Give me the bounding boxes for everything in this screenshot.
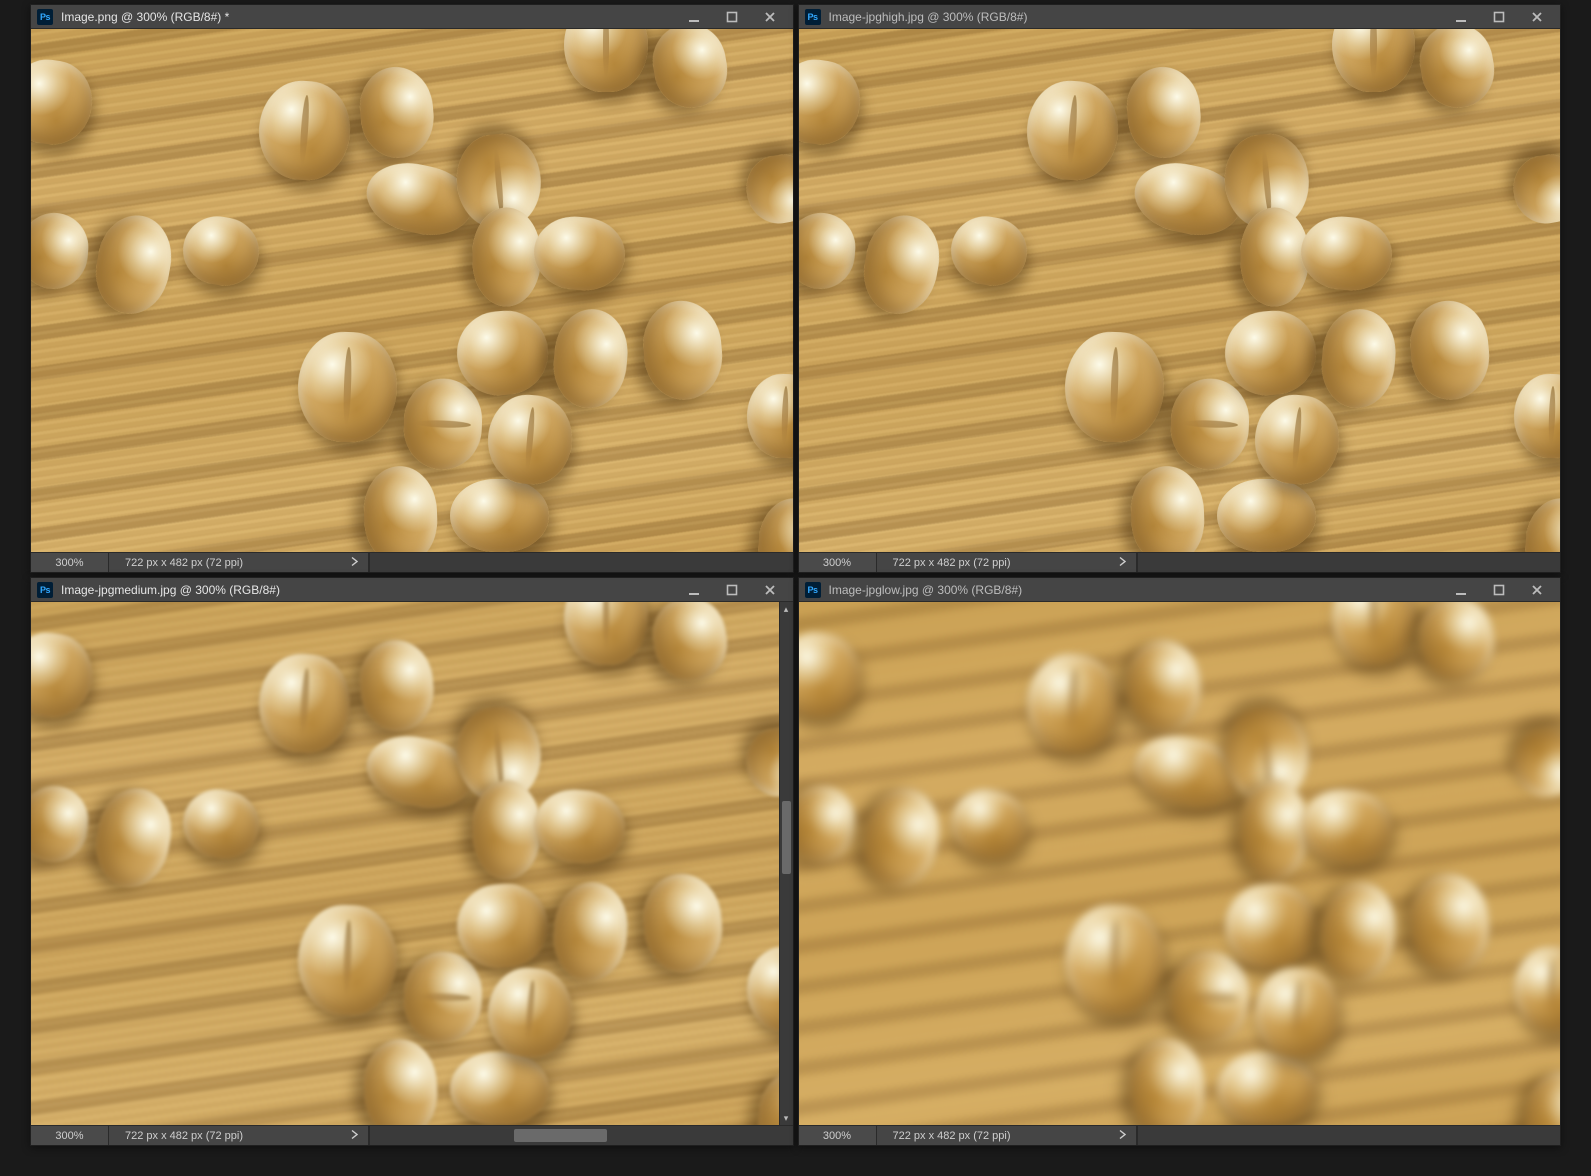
peanut: [1217, 1052, 1316, 1125]
window-controls: [675, 6, 789, 28]
document-dimensions: 722 px x 482 px (72 ppi): [893, 557, 1011, 569]
document-title: Image-jpglow.jpg @ 300% (RGB/8#): [829, 583, 1435, 597]
info-flyout-caret-icon[interactable]: [350, 1129, 358, 1142]
canvas-area[interactable]: ▴ ▾: [31, 602, 793, 1125]
close-button[interactable]: [751, 6, 789, 28]
peanut: [1217, 479, 1316, 552]
document-window[interactable]: Ps Image-jpgmedium.jpg @ 300% (RGB/8#) ▴…: [30, 577, 794, 1146]
document-dimensions: 722 px x 482 px (72 ppi): [893, 1130, 1011, 1142]
titlebar[interactable]: Ps Image-jpglow.jpg @ 300% (RGB/8#): [799, 578, 1561, 602]
minimize-button[interactable]: [1442, 579, 1480, 601]
document-info[interactable]: 722 px x 482 px (72 ppi): [109, 553, 369, 572]
document-dimensions: 722 px x 482 px (72 ppi): [125, 557, 243, 569]
maximize-button[interactable]: [1480, 579, 1518, 601]
window-controls: [1442, 6, 1556, 28]
close-button[interactable]: [1518, 579, 1556, 601]
peanut: [473, 780, 541, 879]
document-info[interactable]: 722 px x 482 px (72 ppi): [877, 553, 1137, 572]
maximize-button[interactable]: [713, 6, 751, 28]
document-window[interactable]: Ps Image.png @ 300% (RGB/8#) * ▴ ▾ 300% …: [30, 4, 794, 573]
peanut: [450, 479, 549, 552]
vertical-scrollbar[interactable]: ▴ ▾: [779, 602, 793, 1125]
horizontal-scrollbar[interactable]: [1137, 1126, 1561, 1145]
info-flyout-caret-icon[interactable]: [350, 556, 358, 569]
statusbar: 300% 722 px x 482 px (72 ppi): [799, 552, 1561, 572]
minimize-button[interactable]: [675, 6, 713, 28]
info-flyout-caret-icon[interactable]: [1118, 1129, 1126, 1142]
window-controls: [675, 579, 789, 601]
minimize-button[interactable]: [675, 579, 713, 601]
image-canvas[interactable]: [31, 29, 793, 552]
peanut: [401, 377, 483, 471]
photoshop-icon: Ps: [805, 582, 821, 598]
maximize-button[interactable]: [1480, 6, 1518, 28]
horizontal-scroll-thumb[interactable]: [514, 1129, 607, 1142]
titlebar[interactable]: Ps Image-jpgmedium.jpg @ 300% (RGB/8#): [31, 578, 793, 602]
statusbar: 300% 722 px x 482 px (72 ppi): [31, 552, 793, 572]
zoom-level-field[interactable]: 300%: [31, 1126, 109, 1145]
image-canvas[interactable]: [799, 29, 1561, 552]
statusbar: 300% 722 px x 482 px (72 ppi): [31, 1125, 793, 1145]
canvas-area[interactable]: ▴ ▾: [31, 29, 793, 552]
zoom-level-field[interactable]: 300%: [31, 553, 109, 572]
titlebar[interactable]: Ps Image.png @ 300% (RGB/8#) *: [31, 5, 793, 29]
window-controls: [1442, 579, 1556, 601]
photoshop-icon: Ps: [37, 582, 53, 598]
document-title: Image.png @ 300% (RGB/8#) *: [61, 10, 667, 24]
photoshop-icon: Ps: [37, 9, 53, 25]
close-button[interactable]: [751, 579, 789, 601]
peanut: [450, 1052, 549, 1125]
info-flyout-caret-icon[interactable]: [1118, 556, 1126, 569]
peanut: [1240, 207, 1308, 306]
peanut: [401, 950, 483, 1044]
peanut: [1240, 780, 1308, 879]
scroll-down-arrow[interactable]: ▾: [780, 1111, 793, 1125]
document-window[interactable]: Ps Image-jpglow.jpg @ 300% (RGB/8#) ▴ ▾ …: [798, 577, 1562, 1146]
image-canvas[interactable]: [31, 602, 793, 1125]
horizontal-scrollbar[interactable]: [1137, 553, 1561, 572]
document-info[interactable]: 722 px x 482 px (72 ppi): [109, 1126, 369, 1145]
document-title: Image-jpgmedium.jpg @ 300% (RGB/8#): [61, 583, 667, 597]
canvas-area[interactable]: ▴ ▾: [799, 602, 1561, 1125]
zoom-level-field[interactable]: 300%: [799, 1126, 877, 1145]
scroll-up-arrow[interactable]: ▴: [780, 602, 793, 616]
statusbar: 300% 722 px x 482 px (72 ppi): [799, 1125, 1561, 1145]
horizontal-scrollbar[interactable]: [369, 1126, 793, 1145]
document-info[interactable]: 722 px x 482 px (72 ppi): [877, 1126, 1137, 1145]
canvas-area[interactable]: ▴ ▾: [799, 29, 1561, 552]
minimize-button[interactable]: [1442, 6, 1480, 28]
horizontal-scrollbar[interactable]: [369, 553, 793, 572]
zoom-level-field[interactable]: 300%: [799, 553, 877, 572]
document-title: Image-jpghigh.jpg @ 300% (RGB/8#): [829, 10, 1435, 24]
photoshop-icon: Ps: [805, 9, 821, 25]
close-button[interactable]: [1518, 6, 1556, 28]
peanut: [473, 207, 541, 306]
document-window[interactable]: Ps Image-jpghigh.jpg @ 300% (RGB/8#) ▴ ▾…: [798, 4, 1562, 573]
vertical-scroll-thumb[interactable]: [782, 801, 791, 874]
titlebar[interactable]: Ps Image-jpghigh.jpg @ 300% (RGB/8#): [799, 5, 1561, 29]
maximize-button[interactable]: [713, 579, 751, 601]
document-dimensions: 722 px x 482 px (72 ppi): [125, 1130, 243, 1142]
image-canvas[interactable]: [799, 602, 1561, 1125]
